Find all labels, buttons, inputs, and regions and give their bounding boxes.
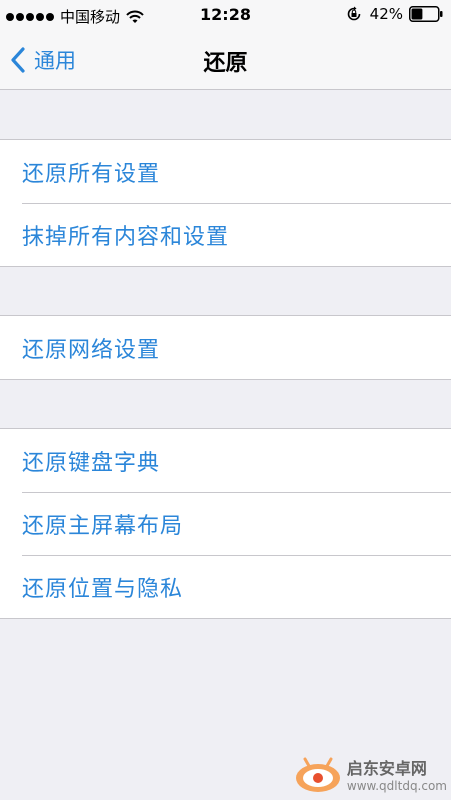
- reset-keyboard-dictionary-row[interactable]: 还原键盘字典: [0, 429, 451, 492]
- battery-percent: 42%: [369, 5, 403, 23]
- row-label: 还原网络设置: [22, 337, 161, 363]
- battery-icon: [409, 6, 443, 22]
- watermark-logo-icon: [295, 757, 340, 792]
- settings-group: 还原键盘字典 还原主屏幕布局 还原位置与隐私: [0, 428, 451, 619]
- watermark-url: www.qdltdq.com: [346, 779, 447, 793]
- settings-group: 还原网络设置: [0, 315, 451, 380]
- watermark-text: 启东安卓网 www.qdltdq.com: [347, 755, 447, 793]
- orientation-lock-icon: [347, 6, 360, 21]
- page-title: 还原: [203, 51, 248, 76]
- reset-network-settings-row[interactable]: 还原网络设置: [0, 316, 451, 379]
- row-label: 还原键盘字典: [22, 450, 161, 476]
- row-label: 还原主屏幕布局: [22, 513, 184, 539]
- reset-home-screen-layout-row[interactable]: 还原主屏幕布局: [0, 492, 451, 555]
- settings-group: 还原所有设置 抹掉所有内容和设置: [0, 139, 451, 267]
- watermark-name: 启东安卓网: [346, 759, 427, 778]
- watermark: 启东安卓网 www.qdltdq.com: [293, 754, 447, 794]
- status-right: 42%: [346, 5, 443, 23]
- reset-all-settings-row[interactable]: 还原所有设置: [0, 140, 451, 203]
- row-label: 抹掉所有内容和设置: [22, 224, 230, 250]
- row-label: 还原所有设置: [22, 161, 161, 187]
- reset-location-privacy-row[interactable]: 还原位置与隐私: [0, 555, 451, 618]
- navigation-bar: 通用 还原: [0, 30, 451, 90]
- status-bar: 中国移动 12:28 42%: [0, 0, 451, 30]
- erase-all-content-row[interactable]: 抹掉所有内容和设置: [0, 203, 451, 266]
- row-label: 还原位置与隐私: [22, 576, 184, 602]
